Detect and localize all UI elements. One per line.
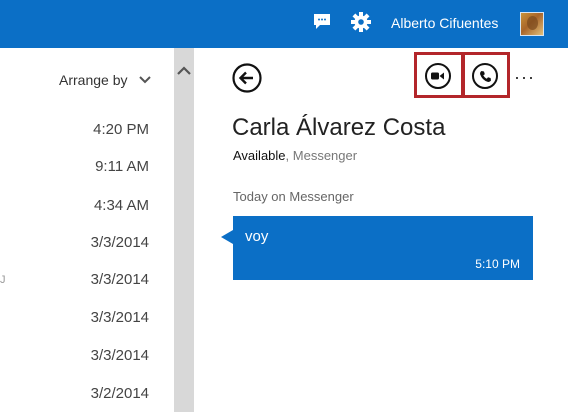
list-item-time[interactable]: 3/3/2014: [91, 234, 149, 251]
message-bubble[interactable]: voy 5:10 PM: [233, 216, 533, 280]
user-name[interactable]: Alberto Cifuentes: [391, 15, 498, 31]
list-item-time[interactable]: 3/2/2014: [91, 385, 149, 402]
list-item-time[interactable]: 4:34 AM: [94, 197, 149, 214]
gear-icon[interactable]: [350, 11, 372, 33]
back-arrow-icon[interactable]: [232, 63, 262, 93]
list-item-time[interactable]: 3/3/2014: [91, 271, 149, 288]
list-item-time[interactable]: 4:20 PM: [93, 121, 149, 138]
day-header: Today on Messenger: [233, 189, 354, 204]
chat-icon[interactable]: [312, 13, 332, 31]
more-options-button[interactable]: ···: [514, 68, 535, 86]
service-text: , Messenger: [285, 148, 358, 163]
conversation-pane: ··· Carla Álvarez Costa Available, Messe…: [194, 48, 568, 412]
bubble-tail: [221, 230, 233, 244]
top-bar: Alberto Cifuentes: [0, 0, 568, 48]
list-scrollbar[interactable]: [174, 48, 194, 412]
presence-status: Available, Messenger: [233, 148, 357, 163]
list-item-time[interactable]: 3/3/2014: [91, 309, 149, 326]
video-call-button[interactable]: [425, 63, 451, 89]
message-time: 5:10 PM: [475, 257, 520, 271]
phone-icon: [479, 70, 491, 82]
status-text: Available: [233, 148, 286, 163]
avatar[interactable]: [520, 12, 544, 36]
arrange-by-button[interactable]: Arrange by: [59, 72, 127, 88]
list-item-time[interactable]: 9:11 AM: [95, 158, 149, 175]
message-text: voy: [245, 228, 269, 245]
contact-name: Carla Álvarez Costa: [232, 114, 446, 141]
voice-call-button[interactable]: [472, 63, 498, 89]
clipped-sender-text: J: [0, 274, 6, 286]
message-list: Arrange by 4:20 PM 9:11 AM 4:34 AM 3/3/2…: [0, 48, 168, 412]
scroll-up-icon[interactable]: [174, 64, 194, 78]
chevron-down-icon[interactable]: [139, 75, 151, 85]
list-item-time[interactable]: 3/3/2014: [91, 347, 149, 364]
video-camera-icon: [431, 72, 444, 80]
